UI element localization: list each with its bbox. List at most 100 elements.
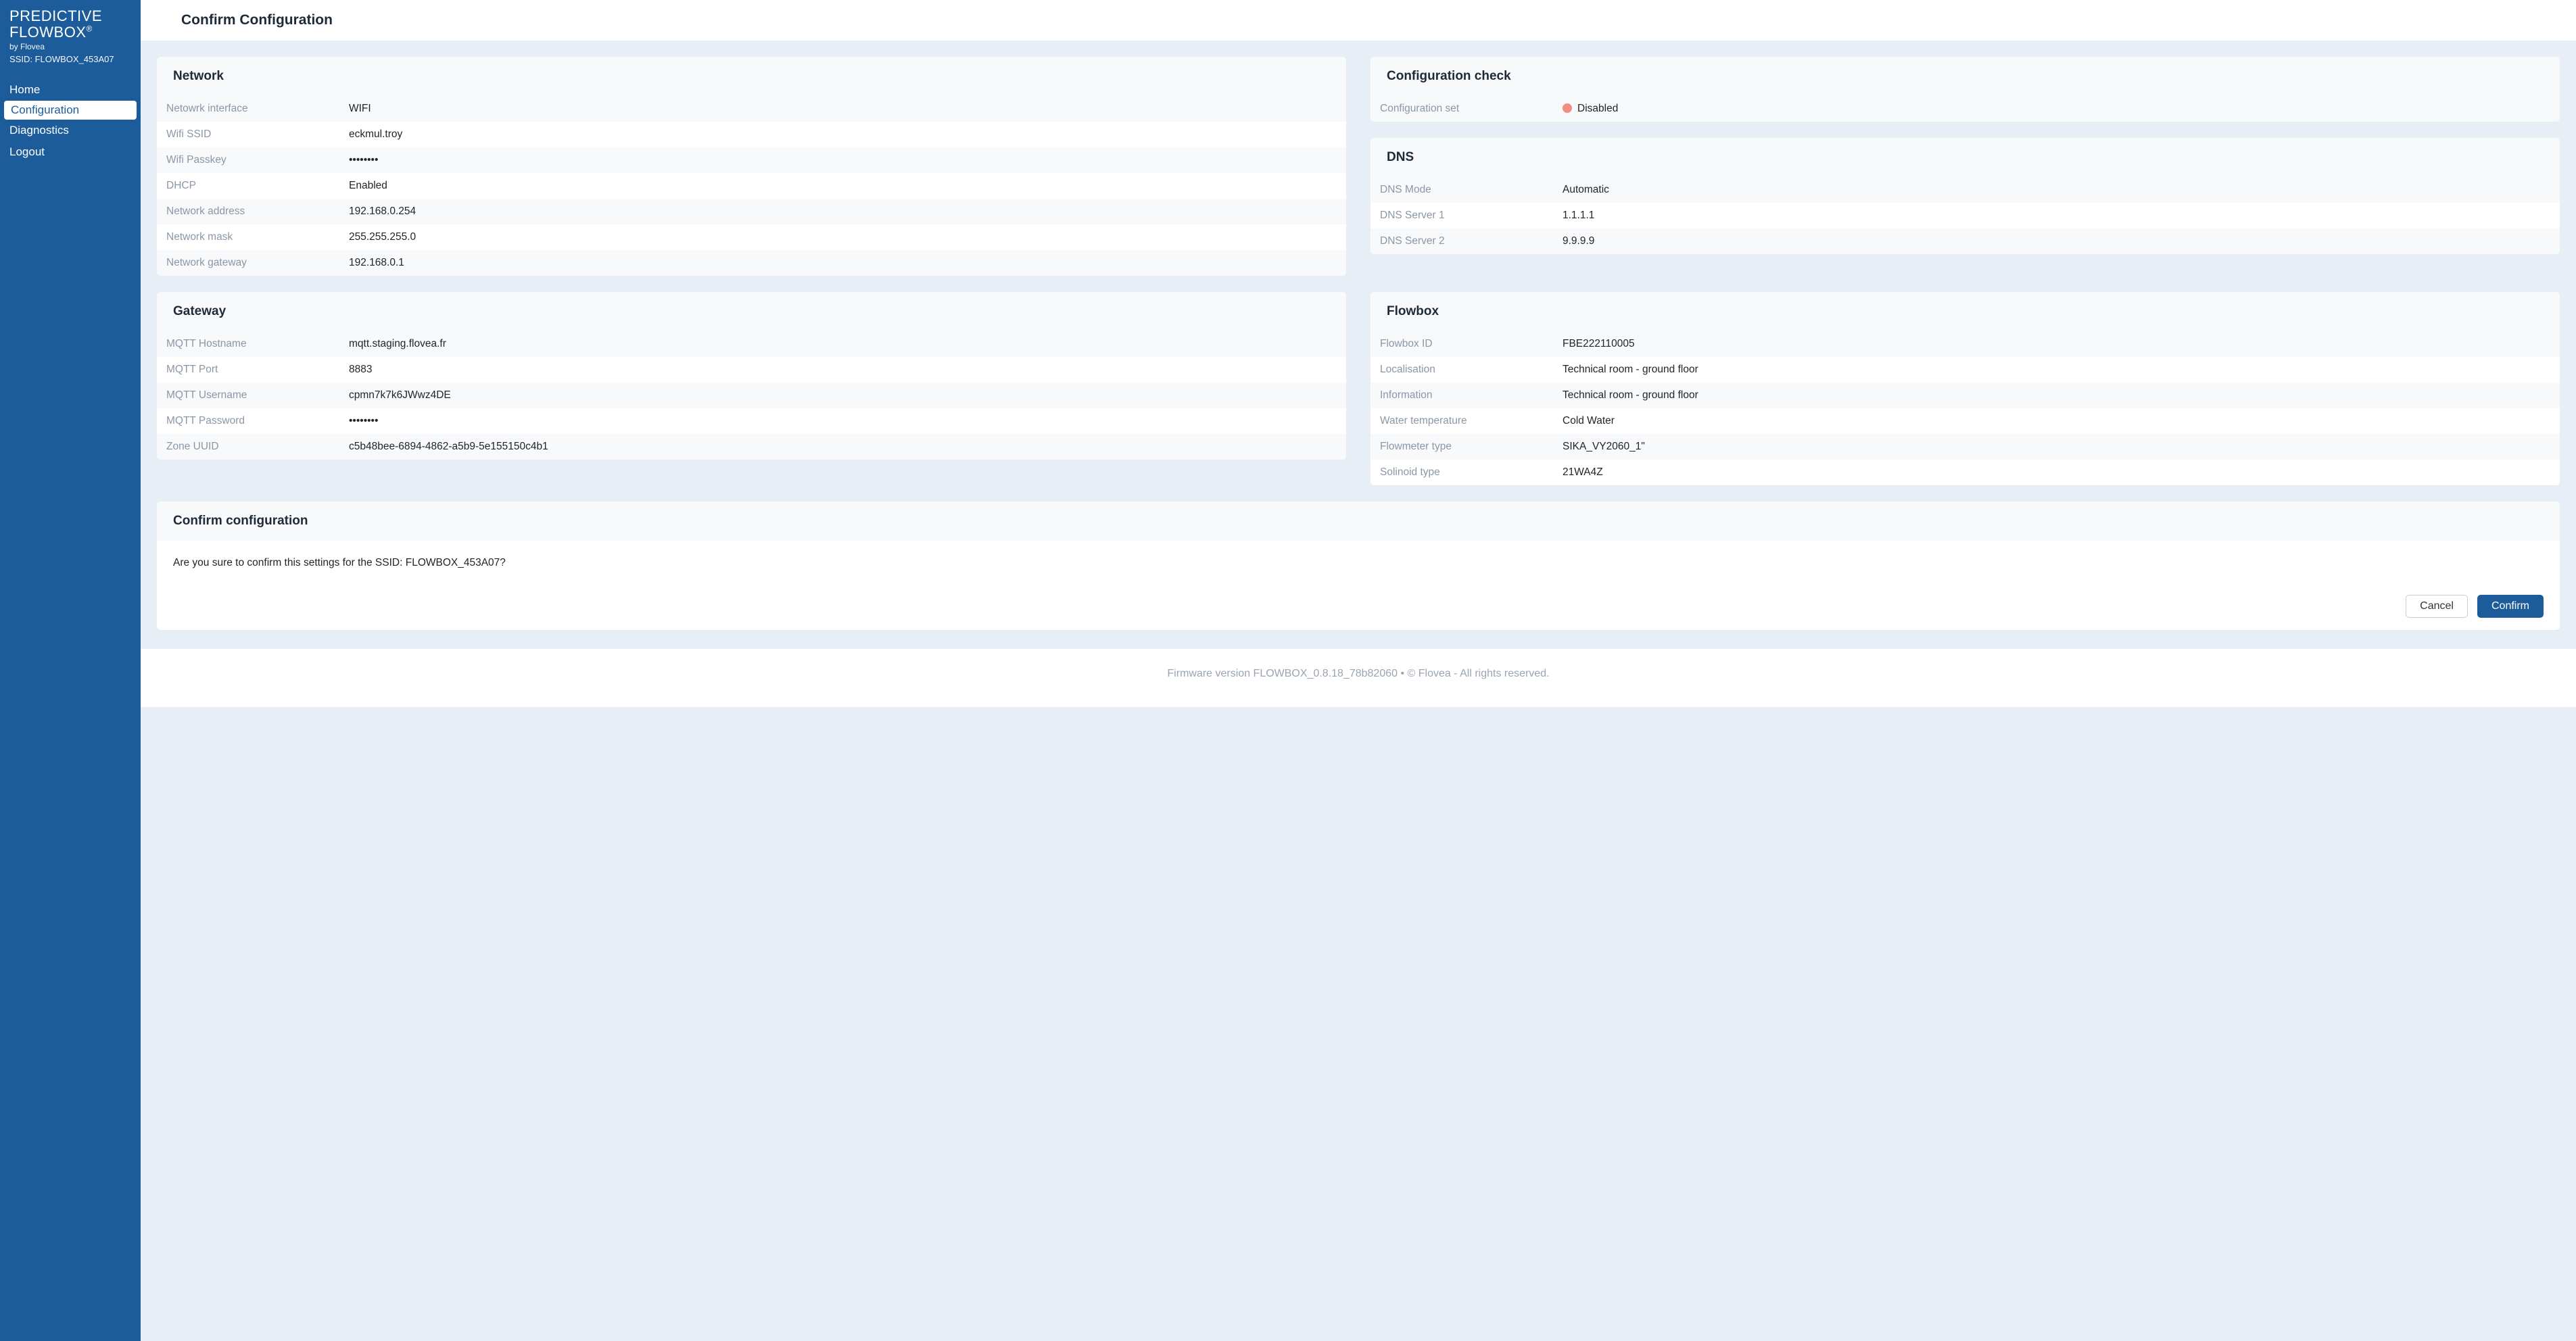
kv-row: MQTT Usernamecpmn7k7k6JWwz4DE (157, 383, 1346, 408)
kv-value: FBE222110005 (1563, 338, 1635, 350)
kv-row: Netowrk interfaceWIFI (157, 96, 1346, 122)
kv-value: 192.168.0.1 (349, 257, 404, 269)
kv-label: Water temperature (1380, 415, 1563, 427)
kv-row: Network gateway192.168.0.1 (157, 250, 1346, 276)
confirm-card: Confirm configuration Are you sure to co… (157, 502, 2560, 630)
footer-text: Firmware version FLOWBOX_0.8.18_78b82060… (141, 649, 2576, 707)
flowbox-card-title: Flowbox (1370, 292, 2560, 331)
confirm-text: Are you sure to confirm this settings fo… (173, 557, 2544, 569)
brand-ssid: SSID: FLOWBOX_453A07 (9, 54, 131, 64)
config-check-value: Disabled (1563, 103, 1618, 115)
kv-row: Solinoid type21WA4Z (1370, 460, 2560, 485)
page-title: Confirm Configuration (181, 12, 2535, 28)
kv-label: Network mask (166, 231, 349, 243)
main-content: Confirm Configuration Network Netowrk in… (141, 0, 2576, 1341)
sidebar-item-diagnostics[interactable]: Diagnostics (0, 120, 141, 141)
kv-value: c5b48bee-6894-4862-a5b9-5e155150c4b1 (349, 441, 548, 453)
kv-value: Technical room - ground floor (1563, 364, 1698, 376)
cancel-button[interactable]: Cancel (2406, 595, 2468, 618)
kv-label: DHCP (166, 180, 349, 192)
kv-label: Solinoid type (1380, 466, 1563, 479)
kv-label: Flowbox ID (1380, 338, 1563, 350)
kv-value: •••••••• (349, 415, 378, 427)
kv-label: Netowrk interface (166, 103, 349, 115)
brand-line2: FLOWBOX (9, 24, 87, 41)
titlebar: Confirm Configuration (141, 0, 2576, 41)
kv-row: Wifi SSIDeckmul.troy (157, 122, 1346, 147)
kv-row: Zone UUIDc5b48bee-6894-4862-a5b9-5e15515… (157, 434, 1346, 460)
kv-label: MQTT Username (166, 389, 349, 401)
kv-row: Network address192.168.0.254 (157, 199, 1346, 224)
kv-label: Network address (166, 205, 349, 218)
kv-value: 8883 (349, 364, 372, 376)
kv-label: Localisation (1380, 364, 1563, 376)
kv-row: DNS Server 11.1.1.1 (1370, 203, 2560, 228)
kv-row: InformationTechnical room - ground floor (1370, 383, 2560, 408)
confirm-card-title: Confirm configuration (157, 502, 2560, 541)
brand-byline: by Flovea (9, 42, 131, 51)
kv-label: Zone UUID (166, 441, 349, 453)
kv-value: Cold Water (1563, 415, 1615, 427)
dns-card: DNS DNS ModeAutomaticDNS Server 11.1.1.1… (1370, 138, 2560, 254)
config-check-card: Configuration check Configuration set Di… (1370, 57, 2560, 122)
network-card-body: Netowrk interfaceWIFIWifi SSIDeckmul.tro… (157, 96, 1346, 276)
kv-label: DNS Server 1 (1380, 210, 1563, 222)
kv-row: Flowmeter typeSIKA_VY2060_1" (1370, 434, 2560, 460)
sidebar-item-logout[interactable]: Logout (0, 141, 141, 163)
kv-label: DNS Mode (1380, 184, 1563, 196)
network-card-title: Network (157, 57, 1346, 96)
kv-value: Automatic (1563, 184, 1609, 196)
network-card: Network Netowrk interfaceWIFIWifi SSIDec… (157, 57, 1346, 276)
kv-value: mqtt.staging.flovea.fr (349, 338, 446, 350)
kv-label: MQTT Password (166, 415, 349, 427)
kv-row: Water temperatureCold Water (1370, 408, 2560, 434)
confirm-button[interactable]: Confirm (2477, 595, 2544, 618)
config-check-label: Configuration set (1380, 103, 1563, 115)
kv-value: Enabled (349, 180, 387, 192)
dns-card-title: DNS (1370, 138, 2560, 177)
kv-row: MQTT Port8883 (157, 357, 1346, 383)
sidebar-nav: Home Configuration Diagnostics Logout (0, 79, 141, 163)
brand-registered-icon: ® (87, 24, 93, 34)
kv-value: 9.9.9.9 (1563, 235, 1594, 247)
kv-row: DNS Server 29.9.9.9 (1370, 228, 2560, 254)
kv-value: 192.168.0.254 (349, 205, 416, 218)
flowbox-card: Flowbox Flowbox IDFBE222110005 Localisati… (1370, 292, 2560, 485)
kv-value: cpmn7k7k6JWwz4DE (349, 389, 451, 401)
brand-line1: PREDICTIVE (9, 7, 102, 24)
kv-row: Flowbox IDFBE222110005 (1370, 331, 2560, 357)
kv-label: MQTT Port (166, 364, 349, 376)
kv-value: eckmul.troy (349, 128, 402, 141)
kv-row: Wifi Passkey•••••••• (157, 147, 1346, 173)
brand-block: PREDICTIVE FLOWBOX® by Flovea SSID: FLOW… (0, 0, 141, 70)
gateway-card: Gateway MQTT Hostnamemqtt.staging.flovea… (157, 292, 1346, 460)
config-check-row: Configuration set Disabled (1370, 96, 2560, 122)
sidebar-item-configuration[interactable]: Configuration (4, 101, 137, 120)
kv-label: Flowmeter type (1380, 441, 1563, 453)
kv-row: Network mask255.255.255.0 (157, 224, 1346, 250)
flowbox-card-body: Flowbox IDFBE222110005LocalisationTechni… (1370, 331, 2560, 485)
kv-label: Wifi Passkey (166, 154, 349, 166)
kv-value: 21WA4Z (1563, 466, 1603, 479)
kv-value: Technical room - ground floor (1563, 389, 1698, 401)
status-disabled-icon (1563, 103, 1572, 113)
kv-row: MQTT Hostnamemqtt.staging.flovea.fr (157, 331, 1346, 357)
gateway-card-body: MQTT Hostnamemqtt.staging.flovea.frMQTT … (157, 331, 1346, 460)
confirm-actions: Cancel Confirm (157, 585, 2560, 630)
kv-label: DNS Server 2 (1380, 235, 1563, 247)
kv-label: MQTT Hostname (166, 338, 349, 350)
gateway-card-title: Gateway (157, 292, 1346, 331)
kv-value: SIKA_VY2060_1" (1563, 441, 1645, 453)
sidebar: PREDICTIVE FLOWBOX® by Flovea SSID: FLOW… (0, 0, 141, 1341)
kv-row: DHCPEnabled (157, 173, 1346, 199)
kv-row: DNS ModeAutomatic (1370, 177, 2560, 203)
kv-value: WIFI (349, 103, 371, 115)
kv-value: 255.255.255.0 (349, 231, 416, 243)
sidebar-item-home[interactable]: Home (0, 79, 141, 101)
kv-label: Wifi SSID (166, 128, 349, 141)
config-check-title: Configuration check (1370, 57, 2560, 96)
kv-row: MQTT Password•••••••• (157, 408, 1346, 434)
kv-label: Network gateway (166, 257, 349, 269)
kv-value: 1.1.1.1 (1563, 210, 1594, 222)
dns-card-body: DNS ModeAutomaticDNS Server 11.1.1.1DNS … (1370, 177, 2560, 254)
